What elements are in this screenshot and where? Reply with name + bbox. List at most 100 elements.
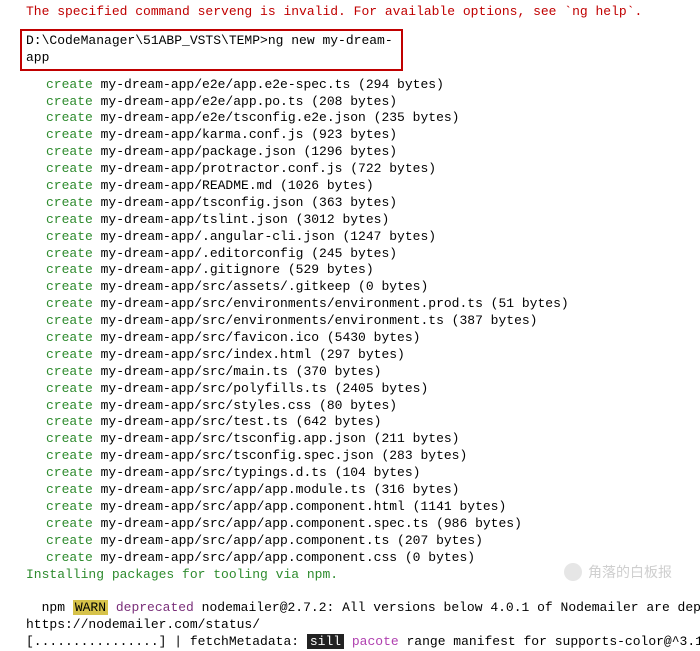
create-keyword: create bbox=[46, 431, 93, 446]
nodemailer-url-line: https://nodemailer.com/status/ bbox=[26, 617, 700, 634]
create-keyword: create bbox=[46, 94, 93, 109]
create-line: create my-dream-app/src/tsconfig.app.jso… bbox=[46, 431, 700, 448]
create-keyword: create bbox=[46, 212, 93, 227]
create-path: my-dream-app/.angular-cli.json (1247 byt… bbox=[93, 229, 436, 244]
fetch-metadata-line: [................] | fetchMetadata: sill… bbox=[26, 634, 700, 651]
create-line: create my-dream-app/src/index.html (297 … bbox=[46, 347, 700, 364]
create-line: create my-dream-app/README.md (1026 byte… bbox=[46, 178, 700, 195]
create-line: create my-dream-app/protractor.conf.js (… bbox=[46, 161, 700, 178]
create-path: my-dream-app/src/typings.d.ts (104 bytes… bbox=[93, 465, 421, 480]
create-keyword: create bbox=[46, 550, 93, 565]
create-path: my-dream-app/src/styles.css (80 bytes) bbox=[93, 398, 397, 413]
create-line: create my-dream-app/e2e/app.po.ts (208 b… bbox=[46, 94, 700, 111]
create-path: my-dream-app/src/app/app.component.html … bbox=[93, 499, 506, 514]
create-line: create my-dream-app/src/assets/.gitkeep … bbox=[46, 279, 700, 296]
command-prompt-highlight: D:\CodeManager\51ABP_VSTS\TEMP>ng new my… bbox=[20, 29, 403, 71]
create-path: my-dream-app/src/test.ts (642 bytes) bbox=[93, 414, 382, 429]
create-line: create my-dream-app/.editorconfig (245 b… bbox=[46, 246, 700, 263]
sill-badge: sill bbox=[307, 634, 344, 649]
create-keyword: create bbox=[46, 465, 93, 480]
deprecated-tail: nodemailer@2.7.2: All versions below 4.0… bbox=[194, 600, 700, 615]
create-line: create my-dream-app/tslint.json (3012 by… bbox=[46, 212, 700, 229]
create-output-list: create my-dream-app/e2e/app.e2e-spec.ts … bbox=[6, 77, 700, 567]
create-line: create my-dream-app/src/app/app.componen… bbox=[46, 516, 700, 533]
create-keyword: create bbox=[46, 195, 93, 210]
create-line: create my-dream-app/e2e/app.e2e-spec.ts … bbox=[46, 77, 700, 94]
create-line: create my-dream-app/karma.conf.js (923 b… bbox=[46, 127, 700, 144]
create-path: my-dream-app/e2e/app.e2e-spec.ts (294 by… bbox=[93, 77, 444, 92]
npm-prefix: npm bbox=[42, 600, 73, 615]
create-line: create my-dream-app/src/environments/env… bbox=[46, 296, 700, 313]
create-keyword: create bbox=[46, 262, 93, 277]
create-keyword: create bbox=[46, 110, 93, 125]
create-line: create my-dream-app/tsconfig.json (363 b… bbox=[46, 195, 700, 212]
create-keyword: create bbox=[46, 398, 93, 413]
create-keyword: create bbox=[46, 516, 93, 531]
create-path: my-dream-app/tslint.json (3012 bytes) bbox=[93, 212, 389, 227]
create-path: my-dream-app/src/app/app.component.ts (2… bbox=[93, 533, 483, 548]
create-line: create my-dream-app/src/favicon.ico (543… bbox=[46, 330, 700, 347]
create-keyword: create bbox=[46, 229, 93, 244]
create-path: my-dream-app/README.md (1026 bytes) bbox=[93, 178, 374, 193]
create-path: my-dream-app/src/tsconfig.app.json (211 … bbox=[93, 431, 460, 446]
create-path: my-dream-app/src/polyfills.ts (2405 byte… bbox=[93, 381, 428, 396]
create-keyword: create bbox=[46, 296, 93, 311]
create-line: create my-dream-app/src/test.ts (642 byt… bbox=[46, 414, 700, 431]
create-line: create my-dream-app/e2e/tsconfig.e2e.jso… bbox=[46, 110, 700, 127]
create-path: my-dream-app/.editorconfig (245 bytes) bbox=[93, 246, 397, 261]
create-keyword: create bbox=[46, 330, 93, 345]
command-prompt-text: D:\CodeManager\51ABP_VSTS\TEMP>ng new my… bbox=[26, 33, 393, 65]
create-path: my-dream-app/src/favicon.ico (5430 bytes… bbox=[93, 330, 421, 345]
create-line: create my-dream-app/src/polyfills.ts (24… bbox=[46, 381, 700, 398]
create-keyword: create bbox=[46, 448, 93, 463]
create-keyword: create bbox=[46, 127, 93, 142]
create-keyword: create bbox=[46, 144, 93, 159]
create-path: my-dream-app/src/assets/.gitkeep (0 byte… bbox=[93, 279, 428, 294]
create-keyword: create bbox=[46, 364, 93, 379]
create-path: my-dream-app/src/app/app.module.ts (316 … bbox=[93, 482, 460, 497]
create-line: create my-dream-app/.angular-cli.json (1… bbox=[46, 229, 700, 246]
create-path: my-dream-app/protractor.conf.js (722 byt… bbox=[93, 161, 436, 176]
create-keyword: create bbox=[46, 313, 93, 328]
dots-tail: range manifest for supports-color@^3.1.2… bbox=[399, 634, 700, 649]
dots-prefix: [................] | fetchMetadata: bbox=[26, 634, 307, 649]
create-path: my-dream-app/src/environments/environmen… bbox=[93, 296, 569, 311]
create-keyword: create bbox=[46, 246, 93, 261]
create-path: my-dream-app/karma.conf.js (923 bytes) bbox=[93, 127, 397, 142]
error-line: The specified command serveng is invalid… bbox=[26, 4, 700, 21]
warn-badge: WARN bbox=[73, 600, 108, 615]
create-line: create my-dream-app/src/tsconfig.spec.js… bbox=[46, 448, 700, 465]
npm-warn-line: npm WARN deprecated nodemailer@2.7.2: Al… bbox=[26, 583, 700, 617]
create-path: my-dream-app/.gitignore (529 bytes) bbox=[93, 262, 374, 277]
installing-line: Installing packages for tooling via npm. bbox=[26, 567, 700, 584]
create-path: my-dream-app/tsconfig.json (363 bytes) bbox=[93, 195, 397, 210]
create-path: my-dream-app/src/environments/environmen… bbox=[93, 313, 538, 328]
create-keyword: create bbox=[46, 533, 93, 548]
create-path: my-dream-app/package.json (1296 bytes) bbox=[93, 144, 397, 159]
create-keyword: create bbox=[46, 77, 93, 92]
create-keyword: create bbox=[46, 178, 93, 193]
create-path: my-dream-app/src/tsconfig.spec.json (283… bbox=[93, 448, 467, 463]
create-line: create my-dream-app/src/environments/env… bbox=[46, 313, 700, 330]
create-line: create my-dream-app/.gitignore (529 byte… bbox=[46, 262, 700, 279]
create-line: create my-dream-app/src/app/app.componen… bbox=[46, 499, 700, 516]
create-keyword: create bbox=[46, 499, 93, 514]
create-keyword: create bbox=[46, 414, 93, 429]
create-line: create my-dream-app/src/typings.d.ts (10… bbox=[46, 465, 700, 482]
create-line: create my-dream-app/src/app/app.module.t… bbox=[46, 482, 700, 499]
create-path: my-dream-app/e2e/tsconfig.e2e.json (235 … bbox=[93, 110, 460, 125]
create-path: my-dream-app/src/index.html (297 bytes) bbox=[93, 347, 405, 362]
create-line: create my-dream-app/src/main.ts (370 byt… bbox=[46, 364, 700, 381]
create-keyword: create bbox=[46, 347, 93, 362]
create-line: create my-dream-app/package.json (1296 b… bbox=[46, 144, 700, 161]
create-keyword: create bbox=[46, 381, 93, 396]
create-path: my-dream-app/src/app/app.component.spec.… bbox=[93, 516, 522, 531]
create-line: create my-dream-app/src/app/app.componen… bbox=[46, 533, 700, 550]
create-path: my-dream-app/src/app/app.component.css (… bbox=[93, 550, 475, 565]
create-keyword: create bbox=[46, 482, 93, 497]
create-keyword: create bbox=[46, 161, 93, 176]
create-path: my-dream-app/e2e/app.po.ts (208 bytes) bbox=[93, 94, 397, 109]
create-keyword: create bbox=[46, 279, 93, 294]
create-line: create my-dream-app/src/app/app.componen… bbox=[46, 550, 700, 567]
create-line: create my-dream-app/src/styles.css (80 b… bbox=[46, 398, 700, 415]
